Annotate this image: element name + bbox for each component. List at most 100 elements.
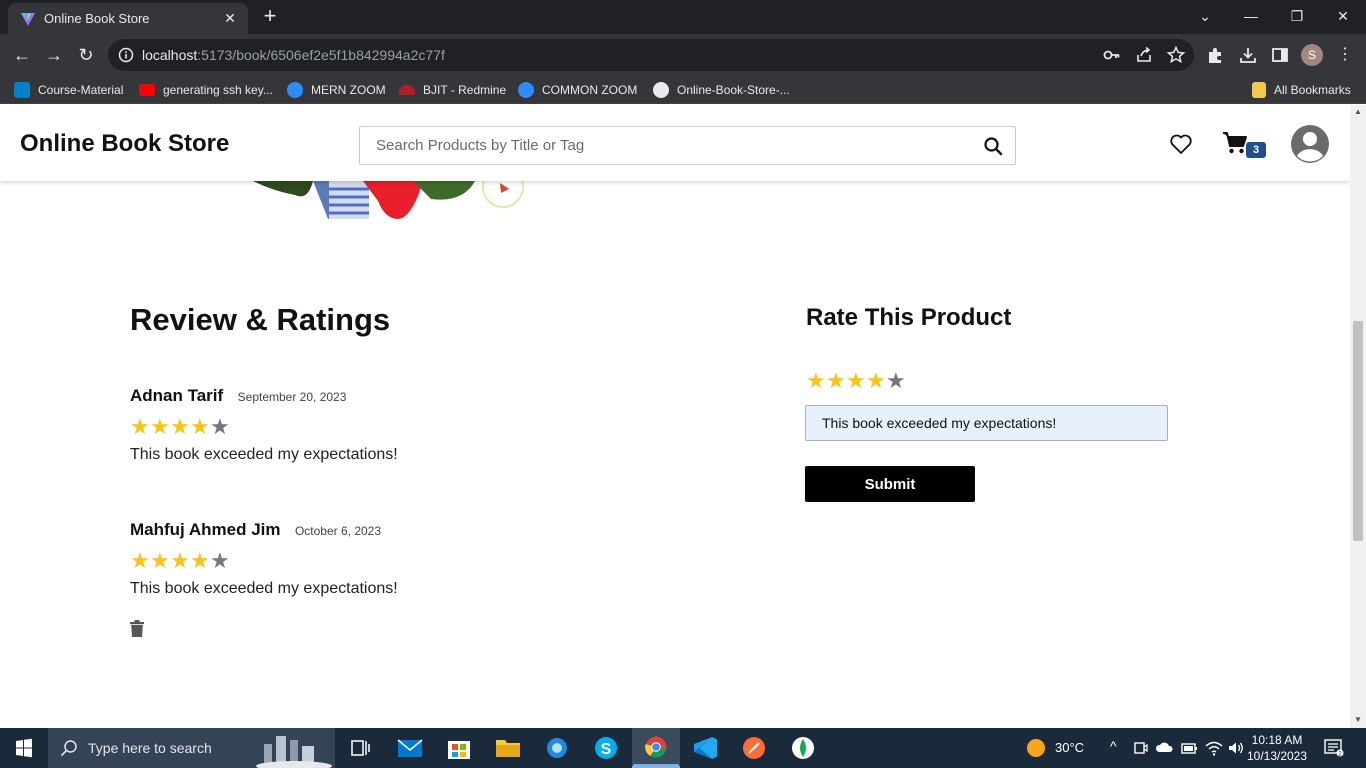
- zoom-icon: [287, 81, 303, 98]
- volume-icon[interactable]: [1227, 740, 1245, 756]
- star-rating-1[interactable]: ★: [806, 370, 826, 392]
- star-icon: ★: [130, 414, 150, 439]
- restore-button[interactable]: ❐: [1284, 4, 1310, 28]
- profile-avatar[interactable]: S: [1301, 44, 1323, 66]
- star-rating-5[interactable]: ★: [886, 370, 906, 392]
- tab-search-dropdown-icon[interactable]: ⌄: [1192, 4, 1218, 28]
- bookmark-mern-zoom[interactable]: MERN ZOOM: [287, 81, 386, 99]
- new-tab-button[interactable]: +: [258, 5, 282, 29]
- reviewer-name: Adnan Tarif: [130, 386, 224, 405]
- star-rating-2[interactable]: ★: [826, 370, 846, 392]
- task-view-icon[interactable]: [336, 728, 384, 768]
- cart-icon[interactable]: [1222, 131, 1248, 155]
- taskbar-clock[interactable]: 10:18 AM 10/13/2023: [1245, 732, 1309, 764]
- search-input[interactable]: [360, 127, 970, 164]
- url-text[interactable]: localhost:5173/book/6506ef2e5f1b842994a2…: [142, 47, 445, 63]
- site-title[interactable]: Online Book Store: [20, 130, 229, 158]
- bookmarks-bar: Course-Material generating ssh key... ME…: [0, 76, 1366, 104]
- review-date: September 20, 2023: [237, 390, 347, 404]
- redmine-icon: [399, 84, 415, 95]
- tray-overflow-chevron-icon[interactable]: ^: [1110, 738, 1117, 754]
- extensions-icon[interactable]: [1206, 45, 1226, 65]
- all-bookmarks[interactable]: All Bookmarks: [1252, 81, 1351, 99]
- star-icon: ★: [210, 414, 230, 439]
- bookmark-online-book-store[interactable]: Online-Book-Store-...: [653, 81, 790, 99]
- clock-time: 10:18 AM: [1251, 733, 1303, 747]
- file-explorer-icon[interactable]: [484, 728, 532, 768]
- submit-review-button[interactable]: Submit: [805, 466, 975, 502]
- user-avatar-icon[interactable]: [1290, 124, 1330, 164]
- browser-menu-icon[interactable]: ⋮: [1335, 44, 1355, 66]
- scroll-up-arrow-icon[interactable]: ▲: [1354, 107, 1362, 116]
- search-icon[interactable]: [983, 136, 1003, 156]
- svg-text:S: S: [601, 741, 612, 758]
- mail-icon[interactable]: [386, 728, 434, 768]
- minimize-button[interactable]: —: [1238, 4, 1264, 28]
- bookmark-star-icon[interactable]: [1166, 45, 1186, 65]
- taskbar-search-box[interactable]: Type here to search: [48, 728, 335, 768]
- star-icon: ★: [190, 548, 210, 573]
- search-bar: [359, 126, 1016, 165]
- star-icon: ★: [170, 414, 190, 439]
- browser-toolbar: ← → ↻ localhost:5173/book/6506ef2e5f1b84…: [0, 34, 1366, 76]
- search-icon: [60, 740, 77, 757]
- bookmark-common-zoom[interactable]: COMMON ZOOM: [518, 81, 637, 99]
- star-rating-3[interactable]: ★: [846, 370, 866, 392]
- share-icon[interactable]: [1134, 45, 1154, 65]
- tab-close-icon[interactable]: ✕: [220, 8, 240, 28]
- side-panel-icon[interactable]: [1270, 45, 1290, 65]
- windows-taskbar: Type here to search S 30°C ^ 10:18 AM 10…: [0, 728, 1366, 768]
- cart-count-badge: 3: [1246, 142, 1266, 158]
- reload-button[interactable]: ↻: [72, 41, 100, 69]
- clock-date: 10/13/2023: [1246, 749, 1308, 763]
- star-icon: ★: [170, 548, 190, 573]
- back-button[interactable]: ←: [8, 41, 36, 69]
- onedrive-cloud-icon[interactable]: [1155, 741, 1173, 753]
- page-viewport: Online Book Store 3: [0, 105, 1350, 728]
- review-item: Adnan Tarif September 20, 2023 ★ ★ ★ ★ ★…: [130, 386, 690, 464]
- review-text: This book exceeded my expectations!: [130, 446, 398, 463]
- chrome-icon[interactable]: [632, 728, 680, 768]
- zoom-icon: [518, 81, 534, 98]
- skype-icon[interactable]: S: [582, 728, 630, 768]
- review-date: October 6, 2023: [294, 524, 382, 538]
- page-scrollbar[interactable]: ▲ ▼: [1350, 105, 1366, 728]
- vscode-icon[interactable]: [681, 728, 729, 768]
- review-comment-input[interactable]: [805, 405, 1168, 441]
- close-window-button[interactable]: ✕: [1330, 4, 1356, 28]
- book-cover-image: [213, 181, 541, 219]
- folder-icon: [1252, 81, 1266, 98]
- wishlist-heart-icon[interactable]: [1169, 133, 1193, 155]
- bookmark-bjit-redmine[interactable]: BJIT - Redmine: [399, 81, 506, 99]
- rate-product-heading: Rate This Product: [806, 304, 1012, 331]
- browser-tabstrip: Online Book Store ✕ + ⌄ — ❐ ✕: [0, 0, 1366, 34]
- battery-icon[interactable]: [1180, 741, 1198, 755]
- edge-legacy-icon[interactable]: [533, 728, 581, 768]
- windows-start-icon[interactable]: [0, 728, 48, 768]
- browser-tab[interactable]: Online Book Store ✕: [8, 3, 248, 34]
- delete-review-trash-icon[interactable]: [130, 620, 144, 637]
- youtube-icon: [139, 83, 155, 96]
- wifi-icon[interactable]: [1205, 740, 1223, 756]
- github-icon: [653, 81, 669, 98]
- download-icon[interactable]: [1238, 45, 1258, 65]
- notifications-icon[interactable]: 2: [1324, 739, 1344, 757]
- postman-icon[interactable]: [730, 728, 778, 768]
- address-bar[interactable]: localhost:5173/book/6506ef2e5f1b842994a2…: [108, 39, 1194, 71]
- forward-button[interactable]: →: [40, 41, 68, 69]
- weather-temperature[interactable]: 30°C: [1055, 740, 1084, 755]
- site-info-icon[interactable]: [118, 47, 134, 63]
- star-icon: ★: [150, 414, 170, 439]
- key-icon[interactable]: [1102, 45, 1122, 65]
- meet-now-icon[interactable]: [1134, 740, 1148, 756]
- scroll-down-arrow-icon[interactable]: ▼: [1354, 715, 1362, 724]
- microsoft-store-icon[interactable]: [435, 728, 483, 768]
- weather-sun-icon[interactable]: [1026, 738, 1046, 758]
- taskbar-search-placeholder: Type here to search: [88, 740, 212, 756]
- bookmark-course-material[interactable]: Course-Material: [14, 81, 123, 99]
- star-rating-4[interactable]: ★: [866, 370, 886, 392]
- bookmark-generating-ssh-key[interactable]: generating ssh key...: [139, 81, 273, 99]
- search-highlight-image: [256, 736, 332, 768]
- scroll-thumb[interactable]: [1353, 321, 1363, 541]
- mongodb-compass-icon[interactable]: [779, 728, 827, 768]
